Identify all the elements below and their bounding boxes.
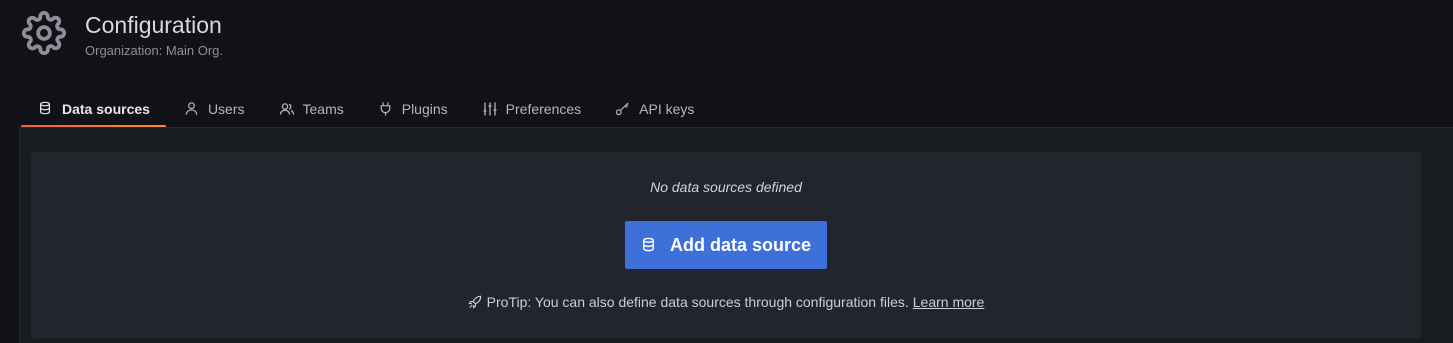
- protip: ProTip: You can also define data sources…: [31, 294, 1421, 310]
- tab-label: Users: [207, 101, 245, 117]
- database-icon: [38, 101, 54, 117]
- protip-text: ProTip: You can also define data sources…: [486, 294, 909, 310]
- tab-users[interactable]: Users: [166, 90, 261, 128]
- page-content: No data sources defined Add data source …: [19, 127, 1453, 343]
- database-icon: [641, 237, 657, 253]
- page-header: Configuration Organization: Main Org. Da…: [0, 0, 1453, 128]
- user-icon: [184, 101, 200, 117]
- tab-plugins[interactable]: Plugins: [360, 90, 464, 128]
- empty-state-panel: No data sources defined Add data source …: [31, 152, 1421, 338]
- add-data-source-label: Add data source: [669, 234, 812, 255]
- tab-label: Plugins: [401, 101, 448, 117]
- page-title: Configuration: [85, 12, 222, 38]
- tab-label: Preferences: [505, 101, 582, 117]
- tab-label: Data sources: [62, 101, 150, 117]
- tab-bar: Data sources Users Teams Plugins Prefere…: [20, 90, 710, 128]
- empty-state-message: No data sources defined: [650, 179, 802, 195]
- tab-label: API keys: [639, 101, 695, 117]
- tab-teams[interactable]: Teams: [261, 90, 360, 128]
- learn-more-link[interactable]: Learn more: [913, 294, 985, 310]
- plug-icon: [378, 101, 394, 117]
- gear-icon: [21, 10, 67, 56]
- page-subtitle: Organization: Main Org.: [85, 43, 224, 58]
- key-icon: [615, 101, 631, 117]
- users-icon: [279, 101, 295, 117]
- rocket-icon: [467, 295, 482, 309]
- add-data-source-button[interactable]: Add data source: [625, 221, 827, 269]
- sliders-icon: [482, 101, 498, 117]
- tab-api-keys[interactable]: API keys: [597, 90, 710, 128]
- tab-label: Teams: [302, 101, 344, 117]
- tab-preferences[interactable]: Preferences: [464, 90, 597, 128]
- tab-data-sources[interactable]: Data sources: [20, 90, 166, 128]
